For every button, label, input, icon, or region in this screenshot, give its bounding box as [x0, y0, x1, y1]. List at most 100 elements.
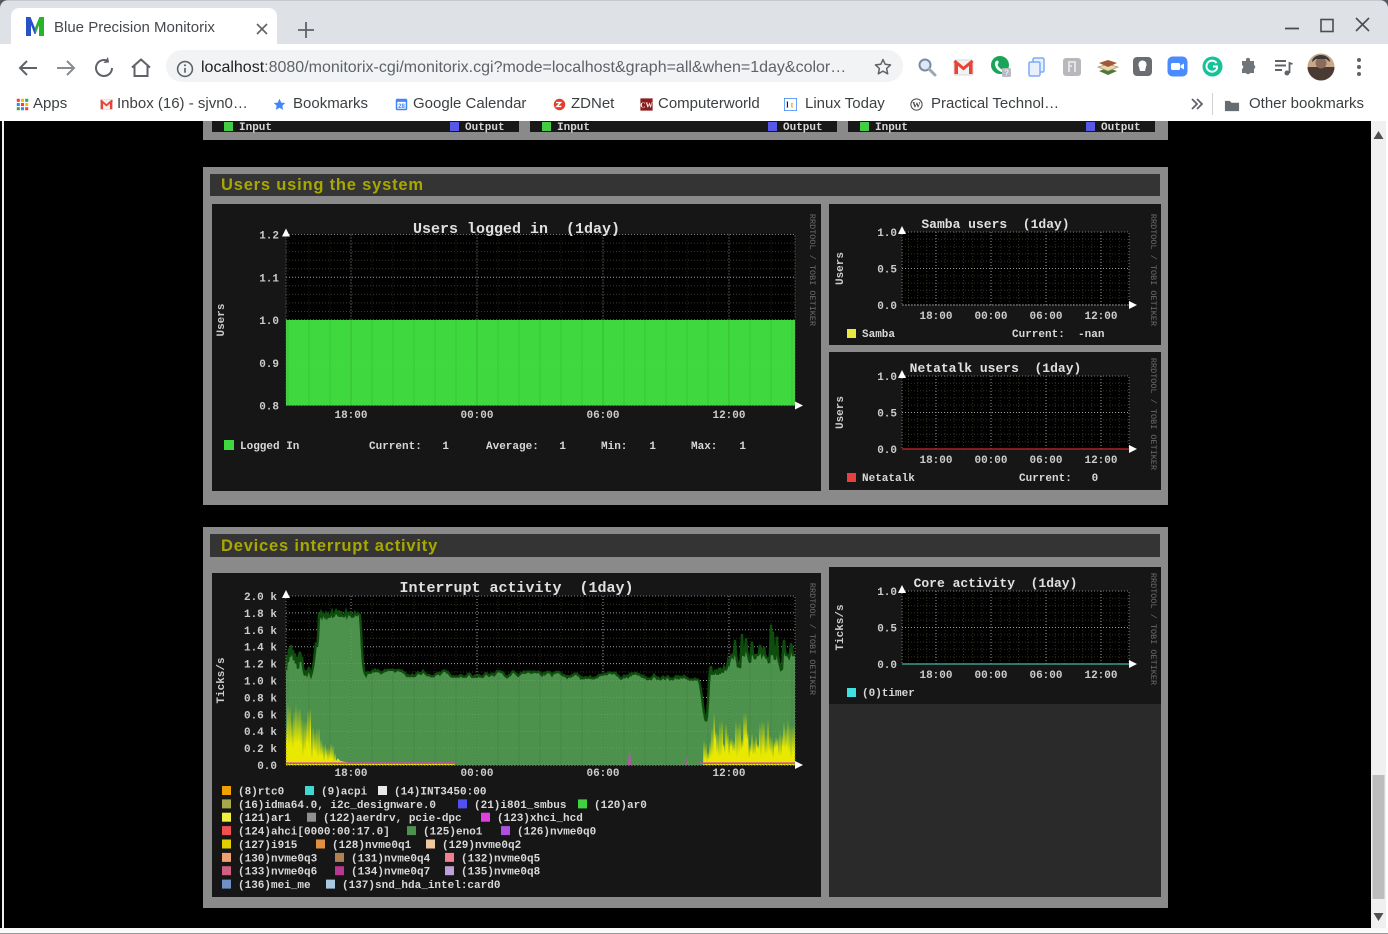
- svg-text:RRDTOOL / TOBI OETIKER: RRDTOOL / TOBI OETIKER: [807, 583, 817, 695]
- svg-text:Core activity (1day): Core activity (1day): [914, 576, 1078, 591]
- svg-text:00:00: 00:00: [974, 311, 1007, 323]
- svg-text:0.0: 0.0: [877, 660, 897, 672]
- svg-text:Current:: Current:: [369, 441, 422, 453]
- svg-text:0.6 k: 0.6 k: [244, 710, 277, 722]
- svg-text:(130)nvme0q3: (130)nvme0q3: [238, 853, 318, 865]
- svg-text:RRDTOOL / TOBI OETIKER: RRDTOOL / TOBI OETIKER: [1148, 573, 1158, 685]
- svg-text:(123)xhci_hcd: (123)xhci_hcd: [497, 813, 583, 825]
- svg-text:(137)snd_hda_intel:card0: (137)snd_hda_intel:card0: [342, 880, 500, 892]
- svg-text:1.0: 1.0: [877, 587, 897, 599]
- svg-text:Interrupt activity (1day): Interrupt activity (1day): [399, 580, 633, 597]
- svg-text:Logged In: Logged In: [240, 441, 299, 453]
- svg-text:(16)idma64.0, i2c_designware.0: (16)idma64.0, i2c_designware.0: [238, 800, 436, 812]
- svg-text:Ticks/s: Ticks/s: [835, 604, 847, 650]
- svg-text:0.8: 0.8: [259, 402, 279, 414]
- svg-text:Users: Users: [216, 303, 228, 336]
- svg-text:0.5: 0.5: [877, 409, 897, 421]
- svg-text:(8)rtc0: (8)rtc0: [238, 787, 284, 799]
- svg-text:Users: Users: [835, 252, 847, 285]
- svg-text:0.0: 0.0: [877, 445, 897, 457]
- svg-text:18:00: 18:00: [919, 455, 952, 467]
- svg-text:CW: CW: [640, 102, 653, 110]
- svg-text:0.0: 0.0: [257, 761, 277, 773]
- svg-text:Input: Input: [557, 122, 590, 134]
- svg-text:18:00: 18:00: [919, 670, 952, 682]
- svg-text:Netatalk: Netatalk: [862, 473, 915, 485]
- svg-text:1.0 k: 1.0 k: [244, 677, 277, 689]
- svg-text:(129)nvme0q2: (129)nvme0q2: [442, 840, 521, 852]
- svg-text:(120)ar0: (120)ar0: [594, 800, 647, 812]
- svg-text:1.0: 1.0: [259, 316, 279, 328]
- svg-text:Samba users (1day): Samba users (1day): [921, 217, 1069, 232]
- svg-text:(124)ahci[0000:00:17.0]: (124)ahci[0000:00:17.0]: [238, 827, 390, 839]
- svg-text:(134)nvme0q7: (134)nvme0q7: [351, 867, 430, 879]
- svg-text:1.4 k: 1.4 k: [244, 643, 277, 655]
- svg-text:12:00: 12:00: [1084, 311, 1117, 323]
- svg-text:Output: Output: [783, 122, 823, 134]
- svg-text:1: 1: [559, 441, 566, 453]
- svg-text:0.5: 0.5: [877, 624, 897, 636]
- svg-text:(121)ar1: (121)ar1: [238, 813, 291, 825]
- svg-text:(131)nvme0q4: (131)nvme0q4: [351, 853, 431, 865]
- svg-text:06:00: 06:00: [586, 410, 619, 422]
- svg-text:Output: Output: [465, 122, 505, 134]
- svg-text:?: ?: [1004, 69, 1009, 78]
- svg-text:RRDTOOL / TOBI OETIKER: RRDTOOL / TOBI OETIKER: [1148, 358, 1158, 470]
- svg-text:Average:: Average:: [486, 441, 539, 453]
- svg-text:(127)i915: (127)i915: [238, 840, 298, 852]
- svg-text:RRDTOOL / TOBI OETIKER: RRDTOOL / TOBI OETIKER: [1148, 214, 1158, 326]
- svg-text:Max:: Max:: [691, 441, 717, 453]
- svg-text:06:00: 06:00: [1029, 670, 1062, 682]
- svg-text:12:00: 12:00: [1084, 455, 1117, 467]
- svg-text:Devices interrupt activity: Devices interrupt activity: [221, 537, 438, 555]
- svg-text:06:00: 06:00: [586, 768, 619, 780]
- svg-text:Min:: Min:: [601, 441, 627, 453]
- svg-text:Users: Users: [835, 396, 847, 429]
- svg-text:t: t: [791, 101, 794, 110]
- svg-text:Output: Output: [1101, 122, 1141, 134]
- svg-text:18:00: 18:00: [334, 410, 367, 422]
- svg-text:(125)eno1: (125)eno1: [423, 827, 483, 839]
- svg-text:RRDTOOL / TOBI OETIKER: RRDTOOL / TOBI OETIKER: [807, 214, 817, 326]
- svg-text:1.0: 1.0: [877, 228, 897, 240]
- svg-text:(135)nvme0q8: (135)nvme0q8: [461, 867, 541, 879]
- svg-text:(21)i801_smbus: (21)i801_smbus: [474, 800, 566, 812]
- svg-text:1: 1: [649, 441, 656, 453]
- svg-text:00:00: 00:00: [460, 410, 493, 422]
- svg-text:1.2 k: 1.2 k: [244, 660, 277, 672]
- svg-text:06:00: 06:00: [1029, 455, 1062, 467]
- svg-text:00:00: 00:00: [974, 455, 1007, 467]
- svg-text:Users using the system: Users using the system: [221, 176, 424, 194]
- svg-text:12:00: 12:00: [712, 410, 745, 422]
- svg-text:(132)nvme0q5: (132)nvme0q5: [461, 853, 541, 865]
- svg-text:(0)timer: (0)timer: [862, 688, 915, 700]
- svg-text:Users logged in (1day): Users logged in (1day): [413, 221, 620, 238]
- svg-text:0.0: 0.0: [877, 301, 897, 313]
- svg-text:Input: Input: [875, 122, 908, 134]
- svg-text:Samba: Samba: [862, 329, 895, 341]
- svg-text:(122)aerdrv, pcie-dpc: (122)aerdrv, pcie-dpc: [323, 813, 462, 825]
- svg-text:Ticks/s: Ticks/s: [216, 657, 228, 703]
- svg-text:Input: Input: [239, 122, 272, 134]
- svg-text:Netatalk users (1day): Netatalk users (1day): [910, 361, 1082, 376]
- svg-text:2.0 k: 2.0 k: [244, 592, 277, 604]
- svg-text:0.8 k: 0.8 k: [244, 693, 277, 705]
- svg-text:(136)mei_me: (136)mei_me: [238, 880, 311, 892]
- svg-text:(126)nvme0q0: (126)nvme0q0: [517, 827, 596, 839]
- svg-text:00:00: 00:00: [974, 670, 1007, 682]
- svg-text:(128)nvme0q1: (128)nvme0q1: [332, 840, 412, 852]
- svg-text:00:00: 00:00: [460, 768, 493, 780]
- svg-text:1.6 k: 1.6 k: [244, 626, 277, 638]
- svg-text:0.9: 0.9: [259, 359, 279, 371]
- svg-text:1.1: 1.1: [259, 273, 279, 285]
- svg-text:0.4 k: 0.4 k: [244, 727, 277, 739]
- svg-text:1.0: 1.0: [877, 372, 897, 384]
- svg-text:12:00: 12:00: [1084, 670, 1117, 682]
- svg-text:0.2 k: 0.2 k: [244, 744, 277, 756]
- svg-text:W: W: [912, 101, 921, 110]
- svg-text:1: 1: [739, 441, 746, 453]
- svg-text:0.5: 0.5: [877, 265, 897, 277]
- svg-text:(133)nvme0q6: (133)nvme0q6: [238, 867, 317, 879]
- svg-text:18:00: 18:00: [334, 768, 367, 780]
- svg-text:Current: -nan: Current: -nan: [1012, 329, 1104, 341]
